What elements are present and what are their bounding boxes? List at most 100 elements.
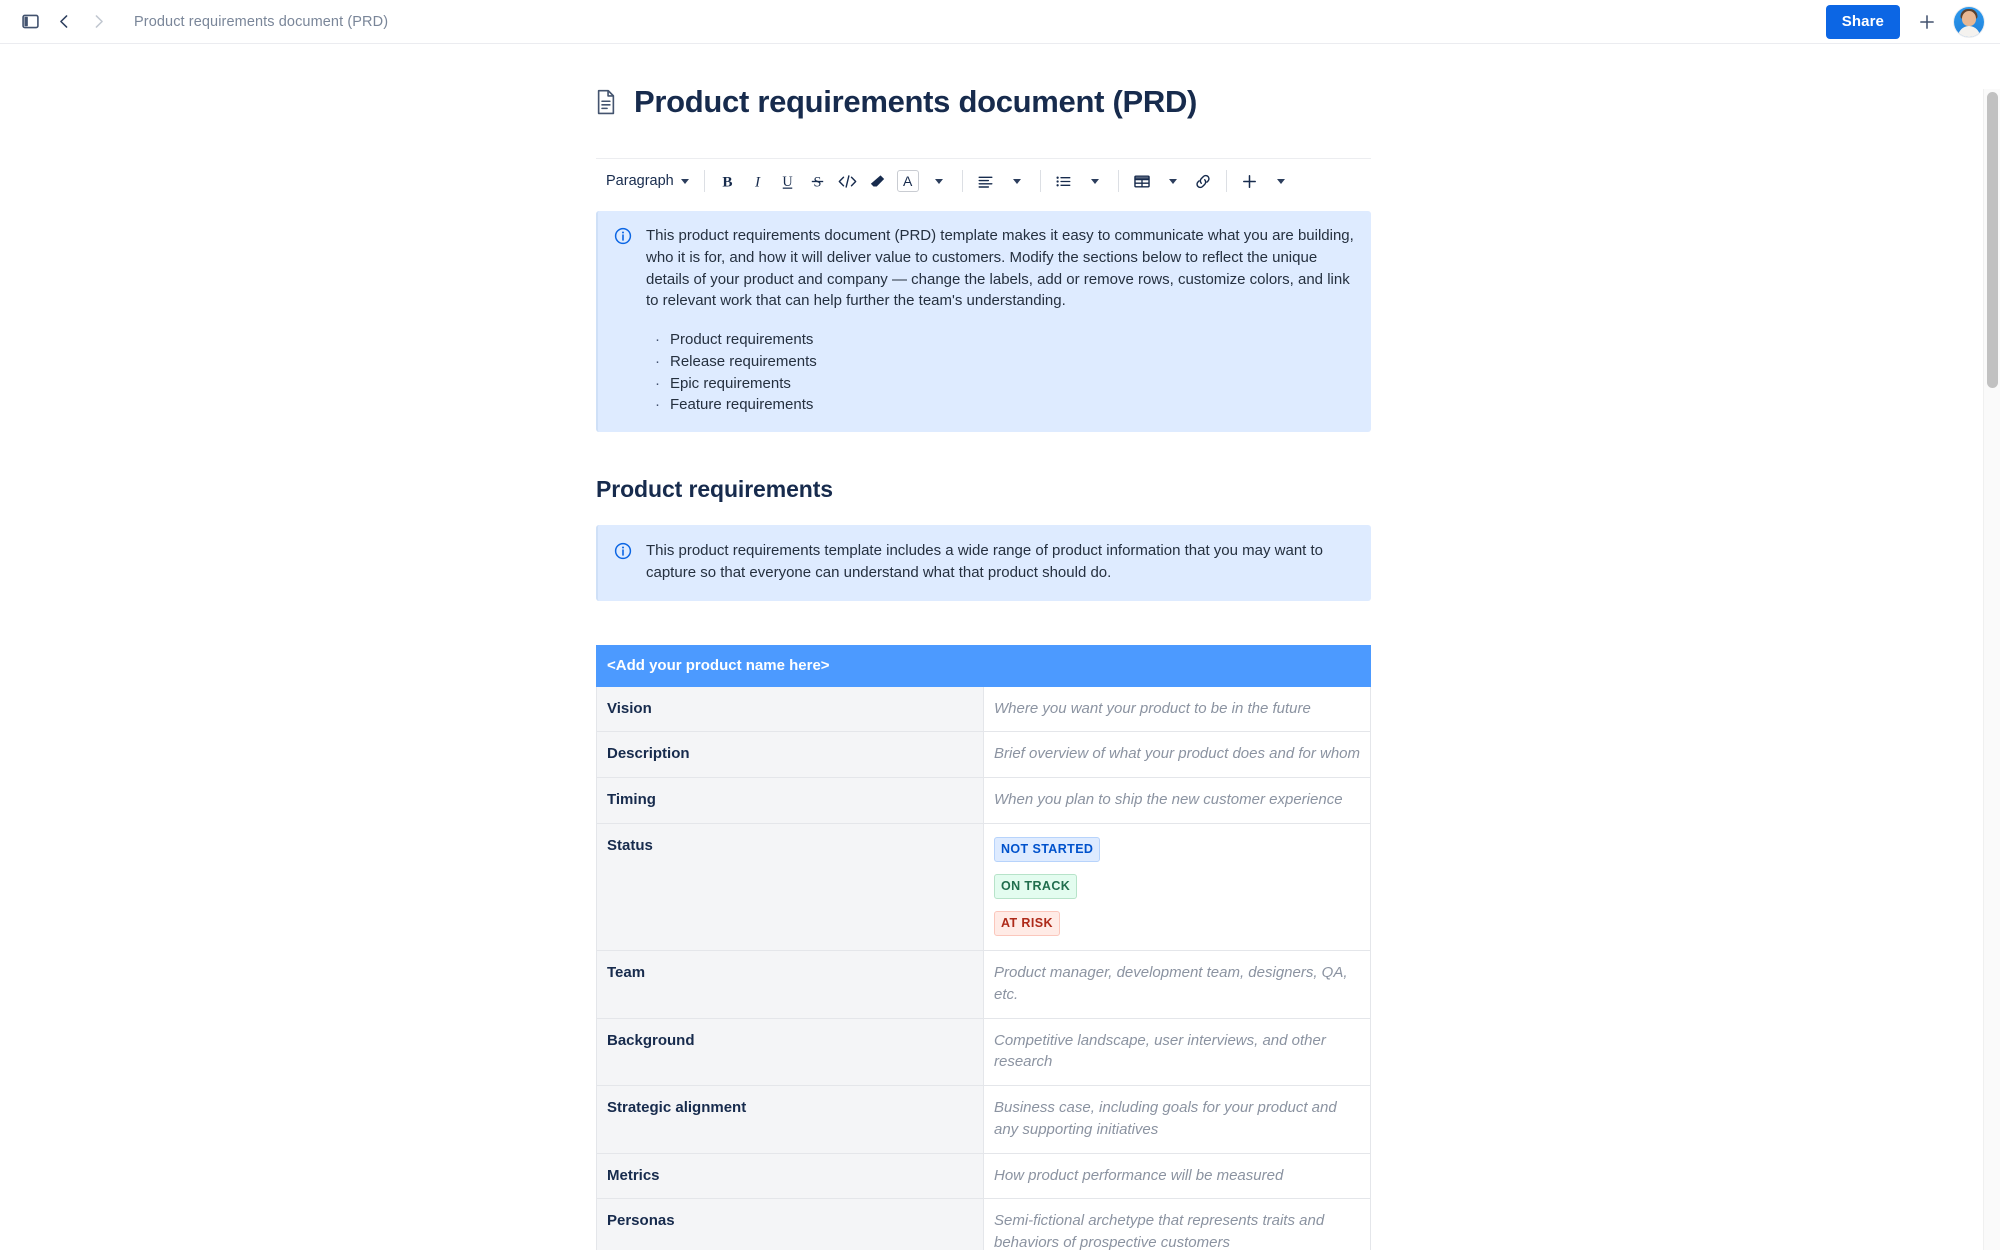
text-color-group: A bbox=[893, 166, 954, 196]
section-panel-body: This product requirements template inclu… bbox=[646, 540, 1355, 584]
row-value-status[interactable]: NOT STARTED ON TRACK AT RISK bbox=[983, 822, 1371, 952]
row-value[interactable]: When you plan to ship the new customer e… bbox=[983, 777, 1371, 824]
page-title[interactable]: Product requirements document (PRD) bbox=[634, 84, 1197, 120]
row-key[interactable]: Metrics bbox=[596, 1152, 984, 1200]
row-key[interactable]: Timing bbox=[596, 777, 984, 824]
list-item: · Epic requirements bbox=[646, 373, 1355, 395]
table-header-cell[interactable]: <Add your product name here> bbox=[596, 644, 1371, 687]
toolbar-separator bbox=[1039, 170, 1041, 192]
row-value[interactable]: Competitive landscape, user interviews, … bbox=[983, 1017, 1371, 1087]
table-dropdown-chevron-down-icon[interactable] bbox=[1158, 166, 1188, 196]
editor-region: Paragraph B I U S A This product require… bbox=[595, 158, 1371, 1250]
forward-navigation-icon[interactable] bbox=[82, 6, 114, 38]
table-header-row: <Add your product name here> bbox=[596, 644, 1371, 687]
top-navigation-bar: Product requirements document (PRD) Shar… bbox=[0, 0, 2000, 44]
intro-panel-text: This product requirements document (PRD)… bbox=[646, 227, 1354, 310]
table-body: Vision Where you want your product to be… bbox=[596, 685, 1371, 1250]
table-row: Team Product manager, development team, … bbox=[596, 950, 1371, 1019]
status-badge[interactable]: AT RISK bbox=[994, 911, 1060, 937]
clear-formatting-eraser-icon[interactable] bbox=[863, 166, 893, 196]
row-value[interactable]: Semi-fictional archetype that represents… bbox=[983, 1198, 1371, 1250]
code-icon[interactable] bbox=[833, 166, 863, 196]
row-value[interactable]: Brief overview of what your product does… bbox=[983, 731, 1371, 778]
toolbar-separator bbox=[1117, 170, 1119, 192]
user-avatar[interactable] bbox=[1954, 6, 1984, 37]
row-key[interactable]: Vision bbox=[596, 685, 984, 733]
row-key[interactable]: Background bbox=[596, 1017, 984, 1087]
bold-icon[interactable]: B bbox=[713, 166, 743, 196]
row-key[interactable]: Description bbox=[596, 731, 984, 778]
text-align-icon[interactable] bbox=[971, 166, 1001, 196]
info-icon bbox=[614, 227, 632, 416]
row-value[interactable]: Product manager, development team, desig… bbox=[983, 950, 1371, 1019]
chevron-down-icon bbox=[680, 178, 689, 184]
intro-info-panel: This product requirements document (PRD)… bbox=[596, 211, 1371, 432]
list-item: · Feature requirements bbox=[646, 394, 1355, 416]
row-key[interactable]: Team bbox=[596, 950, 984, 1019]
svg-text:U: U bbox=[783, 173, 793, 189]
list-dropdown-chevron-down-icon[interactable] bbox=[1080, 166, 1110, 196]
underline-icon[interactable]: U bbox=[773, 166, 803, 196]
text-color-icon[interactable]: A bbox=[893, 166, 923, 196]
svg-text:I: I bbox=[754, 173, 761, 190]
create-plus-icon[interactable] bbox=[1912, 7, 1942, 37]
table-icon[interactable] bbox=[1127, 166, 1157, 196]
text-align-group bbox=[971, 166, 1032, 196]
status-badge[interactable]: NOT STARTED bbox=[994, 836, 1101, 862]
list-item: · Product requirements bbox=[646, 329, 1355, 351]
row-value[interactable]: Business case, including goals for your … bbox=[983, 1085, 1371, 1154]
row-value[interactable]: How product performance will be measured bbox=[983, 1152, 1371, 1200]
section-info-panel: This product requirements template inclu… bbox=[596, 525, 1371, 601]
row-key[interactable]: Status bbox=[596, 822, 984, 952]
section-heading-product-requirements: Product requirements bbox=[596, 476, 833, 502]
document-page-icon bbox=[595, 89, 617, 115]
document-title-row: Product requirements document (PRD) bbox=[595, 84, 1371, 120]
avatar-body bbox=[1958, 25, 1980, 37]
intro-panel-list: · Product requirements · Release require… bbox=[646, 329, 1355, 416]
row-key[interactable]: Personas bbox=[596, 1198, 984, 1250]
table-row: Strategic alignment Business case, inclu… bbox=[596, 1085, 1371, 1154]
list-item-label: Product requirements bbox=[670, 331, 814, 348]
bullet-marker: · bbox=[655, 352, 660, 370]
bullet-marker: · bbox=[655, 331, 660, 348]
breadcrumb[interactable]: Product requirements document (PRD) bbox=[134, 14, 388, 30]
avatar-face bbox=[1962, 10, 1976, 26]
table-row: Metrics How product performance will be … bbox=[596, 1152, 1371, 1200]
status-badge-group: NOT STARTED ON TRACK AT RISK bbox=[994, 836, 1360, 937]
list-item: · Release requirements bbox=[646, 351, 1355, 373]
table-row: Timing When you plan to ship the new cus… bbox=[596, 777, 1371, 824]
section-panel-text: This product requirements template inclu… bbox=[646, 542, 1324, 581]
insert-dropdown-chevron-down-icon[interactable] bbox=[1266, 166, 1296, 196]
text-align-dropdown-chevron-down-icon[interactable] bbox=[1002, 166, 1032, 196]
bullet-marker: · bbox=[655, 396, 660, 414]
bullet-marker: · bbox=[655, 374, 660, 392]
link-icon[interactable] bbox=[1188, 166, 1218, 196]
insert-plus-icon[interactable] bbox=[1235, 166, 1265, 196]
italic-icon[interactable]: I bbox=[743, 166, 773, 196]
table-group bbox=[1127, 166, 1188, 196]
toolbar-separator bbox=[703, 170, 705, 192]
sidebar-toggle-icon[interactable] bbox=[14, 6, 46, 38]
svg-text:S: S bbox=[814, 174, 822, 190]
row-value[interactable]: Where you want your product to be in the… bbox=[983, 685, 1371, 733]
paragraph-style-dropdown[interactable]: Paragraph bbox=[597, 166, 696, 196]
vertical-scrollbar-thumb[interactable] bbox=[1987, 92, 1998, 388]
status-badge[interactable]: ON TRACK bbox=[994, 873, 1078, 899]
toolbar-separator bbox=[1225, 170, 1227, 192]
table-row: Vision Where you want your product to be… bbox=[596, 685, 1371, 733]
top-nav-left-group: Product requirements document (PRD) bbox=[14, 6, 388, 38]
back-navigation-icon[interactable] bbox=[48, 6, 80, 38]
table-row: Description Brief overview of what your … bbox=[596, 731, 1371, 778]
text-color-dropdown-chevron-down-icon[interactable] bbox=[924, 166, 954, 196]
share-button[interactable]: Share bbox=[1825, 4, 1900, 39]
top-nav-right-group: Share bbox=[1825, 0, 1984, 43]
row-key[interactable]: Strategic alignment bbox=[596, 1085, 984, 1154]
toolbar-separator bbox=[961, 170, 963, 192]
document-canvas: Product requirements document (PRD) Para… bbox=[0, 44, 2000, 1250]
intro-panel-body: This product requirements document (PRD)… bbox=[646, 225, 1355, 416]
list-group bbox=[1049, 166, 1110, 196]
info-icon bbox=[614, 542, 632, 584]
paragraph-style-label: Paragraph bbox=[606, 173, 674, 189]
bullet-list-icon[interactable] bbox=[1049, 166, 1079, 196]
strikethrough-icon[interactable]: S bbox=[803, 166, 833, 196]
